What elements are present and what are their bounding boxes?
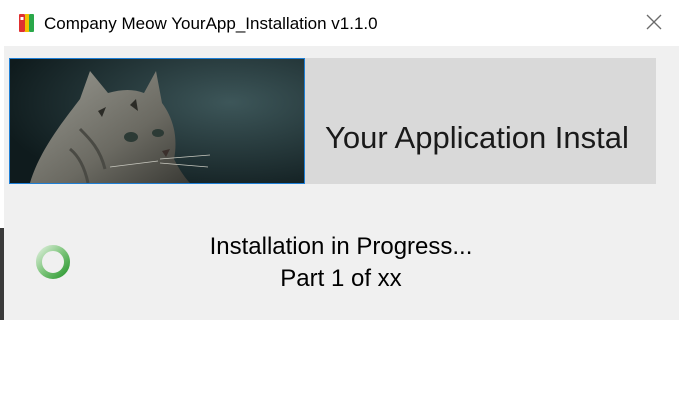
title-bar[interactable]: Company Meow YourApp_Installation v1.1.0: [4, 0, 679, 46]
installer-window: Company Meow YourApp_Installation v1.1.0: [4, 0, 679, 320]
header-banner: Your Application Instal: [9, 58, 656, 184]
installer-book-icon: [18, 13, 35, 33]
close-icon: [646, 14, 662, 35]
installation-status: Installation in Progress... Part 1 of xx: [164, 231, 518, 295]
window-title: Company Meow YourApp_Installation v1.1.0: [44, 14, 378, 33]
status-line-2: Part 1 of xx: [280, 265, 402, 292]
status-line-1: Installation in Progress...: [209, 233, 473, 260]
banner-title: Your Application Instal: [325, 120, 629, 155]
busy-spinner-icon: [34, 243, 72, 281]
close-button[interactable]: [640, 10, 668, 38]
cat-photo: [9, 58, 305, 184]
